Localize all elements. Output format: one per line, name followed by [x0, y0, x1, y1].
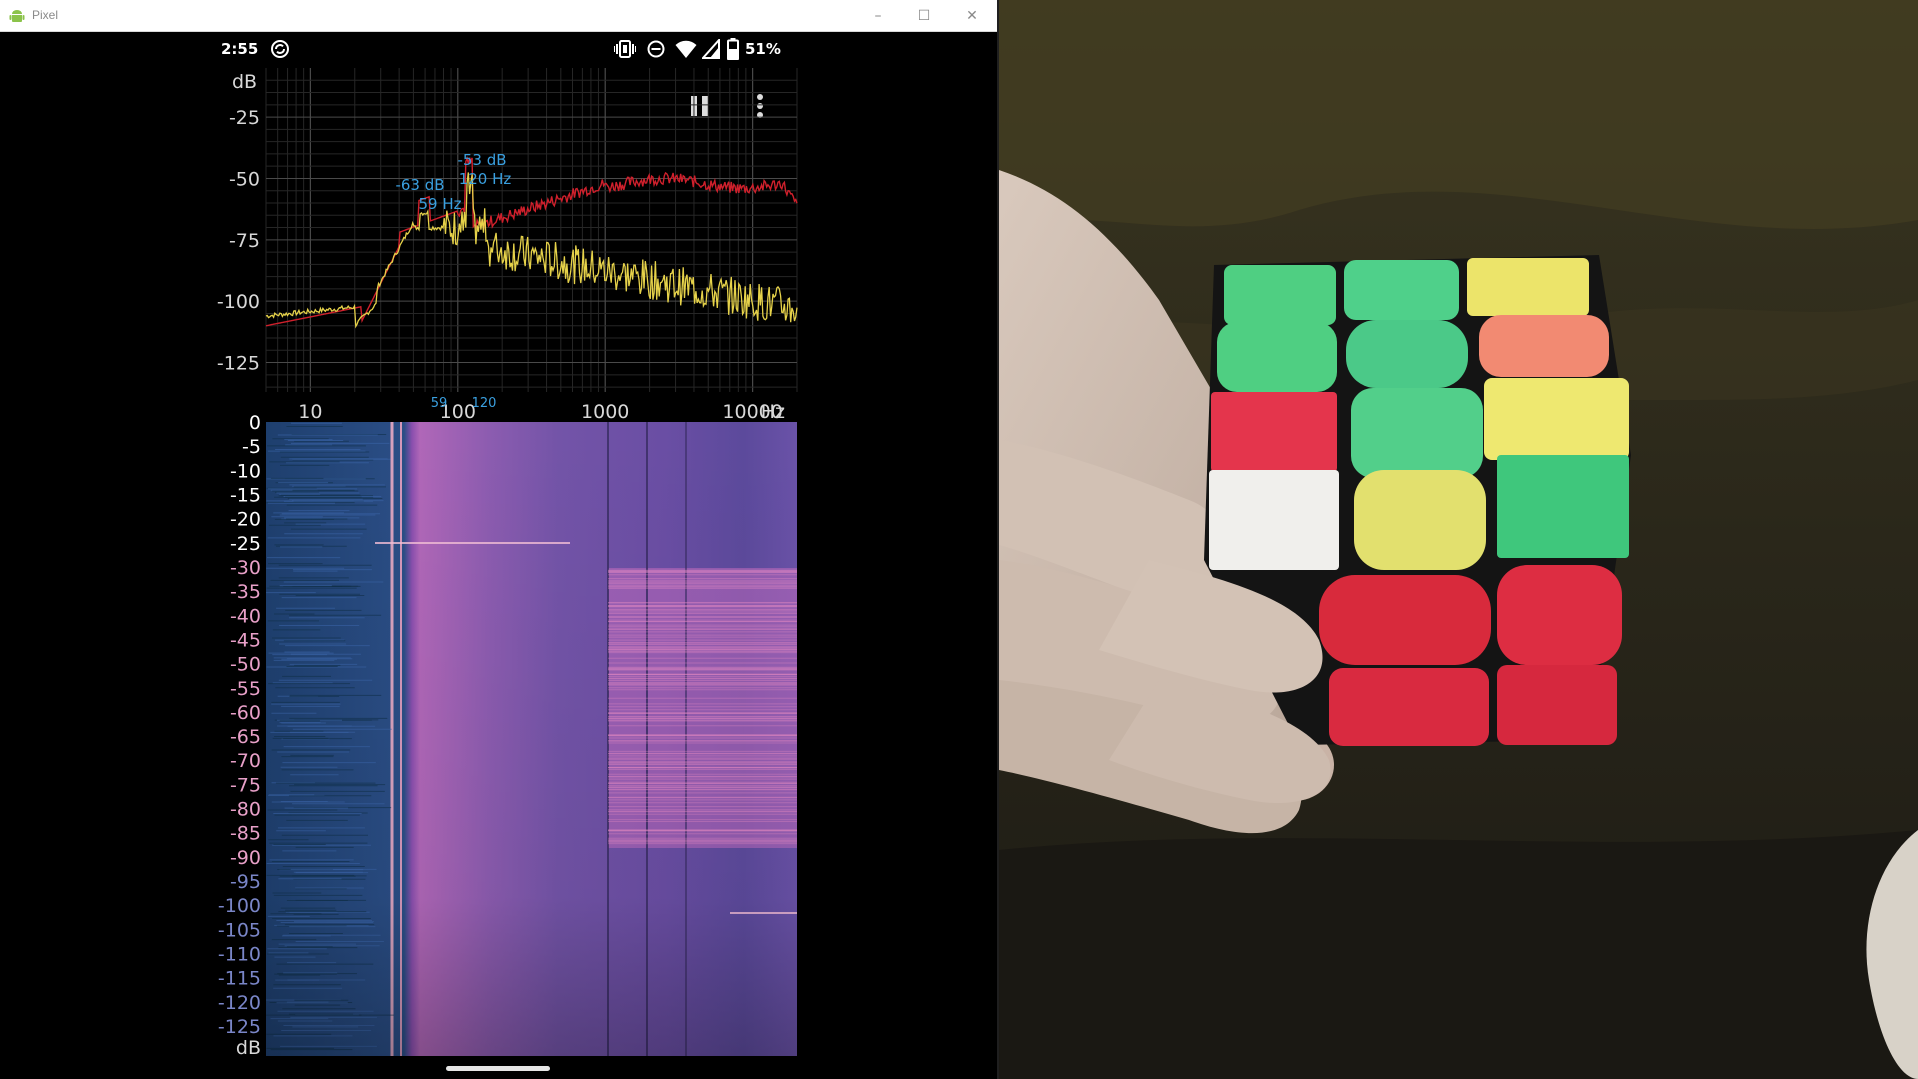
spectrogram-y-tick: -45	[230, 629, 261, 651]
spectrogram-y-ticks: 0-5-10-15-20-25-30-35-40-45-50-55-60-65-…	[218, 412, 261, 1038]
spectrogram-y-tick: -50	[230, 654, 261, 676]
peak-label-db: -63 dB	[395, 176, 444, 194]
spectrogram-y-tick: -100	[218, 895, 261, 917]
spectrogram-y-tick: -125	[218, 1016, 261, 1038]
spectrogram-y-tick: -115	[218, 968, 261, 990]
spectrum-grid	[265, 68, 798, 392]
spectrogram-y-tick: -90	[230, 847, 261, 869]
cube-sticker	[1209, 470, 1339, 570]
window-titlebar[interactable]: Pixel – ☐ ✕	[0, 0, 997, 32]
spectrum-y-unit: dB	[232, 71, 257, 93]
spectrum-y-tick: -75	[229, 230, 260, 252]
spectrogram-y-tick: -95	[230, 871, 261, 893]
cube-sticker	[1479, 315, 1609, 377]
android-icon	[9, 10, 25, 22]
peak-label-hz: 120 Hz	[459, 170, 512, 188]
cube-sticker	[1484, 378, 1629, 460]
spectrogram-y-tick: -60	[230, 702, 261, 724]
spectrogram-y-tick: -65	[230, 726, 261, 748]
close-button[interactable]: ✕	[949, 0, 995, 31]
spectrogram-y-tick: -80	[230, 799, 261, 821]
do-not-disturb-icon	[647, 40, 665, 58]
cube-sticker	[1329, 668, 1489, 746]
peak-label-db: -53 dB	[457, 151, 506, 169]
spectrogram-y-tick: 0	[249, 412, 261, 434]
cube-sticker	[1497, 565, 1622, 665]
cube-sticker	[1344, 260, 1459, 320]
sync-icon	[271, 40, 289, 58]
peak-marker-59: 59	[431, 396, 448, 411]
cube-sticker	[1319, 575, 1491, 665]
peak-label-59: -63 dB 59 Hz	[395, 176, 461, 213]
spectrum-y-tick: -100	[217, 291, 260, 313]
cube-sticker	[1217, 322, 1337, 392]
spectrogram-y-tick: -30	[230, 557, 261, 579]
cube-sticker	[1354, 470, 1486, 570]
cell-signal-icon	[702, 39, 720, 59]
spectrogram-y-tick: -110	[218, 944, 261, 966]
spectrum-y-tick: -125	[217, 353, 260, 375]
cube-sticker	[1467, 258, 1589, 316]
spectrogram-y-unit: dB	[236, 1037, 261, 1059]
spectrogram-y-tick: -40	[230, 605, 261, 627]
cube-sticker	[1351, 388, 1483, 478]
home-gesture-bar[interactable]	[446, 1066, 550, 1071]
spectrogram-y-tick: -55	[230, 678, 261, 700]
current-spectrum-line	[265, 172, 798, 329]
peak-label-hz: 59 Hz	[418, 195, 461, 213]
vibrate-icon	[614, 40, 636, 58]
battery-percent: 51%	[745, 40, 781, 58]
status-time: 2:55	[221, 40, 259, 58]
cube-sticker	[1497, 455, 1629, 558]
spectrogram-y-tick: -35	[230, 581, 261, 603]
spectrogram-y-tick: -120	[218, 992, 261, 1014]
spectrogram-y-tick: -85	[230, 823, 261, 845]
spectrogram-y-tick: -10	[230, 460, 261, 482]
cube-sticker	[1497, 665, 1617, 745]
camera-feed	[999, 0, 1918, 1079]
spectrogram-y-tick: -105	[218, 919, 261, 941]
wifi-icon	[675, 40, 697, 58]
spectrogram-shade	[266, 422, 797, 1056]
cube-sticker	[1211, 392, 1337, 472]
spectrogram-y-tick: -25	[230, 533, 261, 555]
spectrogram-y-tick: -70	[230, 750, 261, 772]
maximize-button[interactable]: ☐	[901, 0, 947, 31]
emulator-window: Pixel – ☐ ✕ 2:55 51% -25 -50 -75 -100 -1…	[0, 0, 999, 1079]
spectrogram-y-tick: -75	[230, 774, 261, 796]
spectrogram[interactable]: 0-5-10-15-20-25-30-35-40-45-50-55-60-65-…	[210, 410, 800, 1060]
minimize-button[interactable]: –	[855, 0, 901, 31]
peak-label-120: -53 dB 120 Hz	[457, 151, 511, 188]
spectrogram-y-tick: -5	[242, 436, 261, 458]
spectrum-y-tick: -25	[229, 107, 260, 129]
rubiks-cube-photo	[999, 0, 1918, 1079]
peak-marker-120: 120	[472, 396, 497, 411]
cube-sticker	[1224, 265, 1336, 325]
cube-sticker	[1346, 320, 1468, 388]
spectrogram-y-tick: -15	[230, 484, 261, 506]
spectrogram-y-tick: -20	[230, 509, 261, 531]
window-title: Pixel	[32, 8, 59, 22]
spectrum-plot[interactable]: -25-50-75-100-125 10 100 1000 10000 dB Hz -…	[210, 62, 800, 422]
battery-icon	[727, 38, 739, 60]
spectrum-y-ticks: -25 -50 -75 -100 -125	[217, 107, 260, 374]
spectrum-y-tick: -50	[229, 168, 260, 190]
